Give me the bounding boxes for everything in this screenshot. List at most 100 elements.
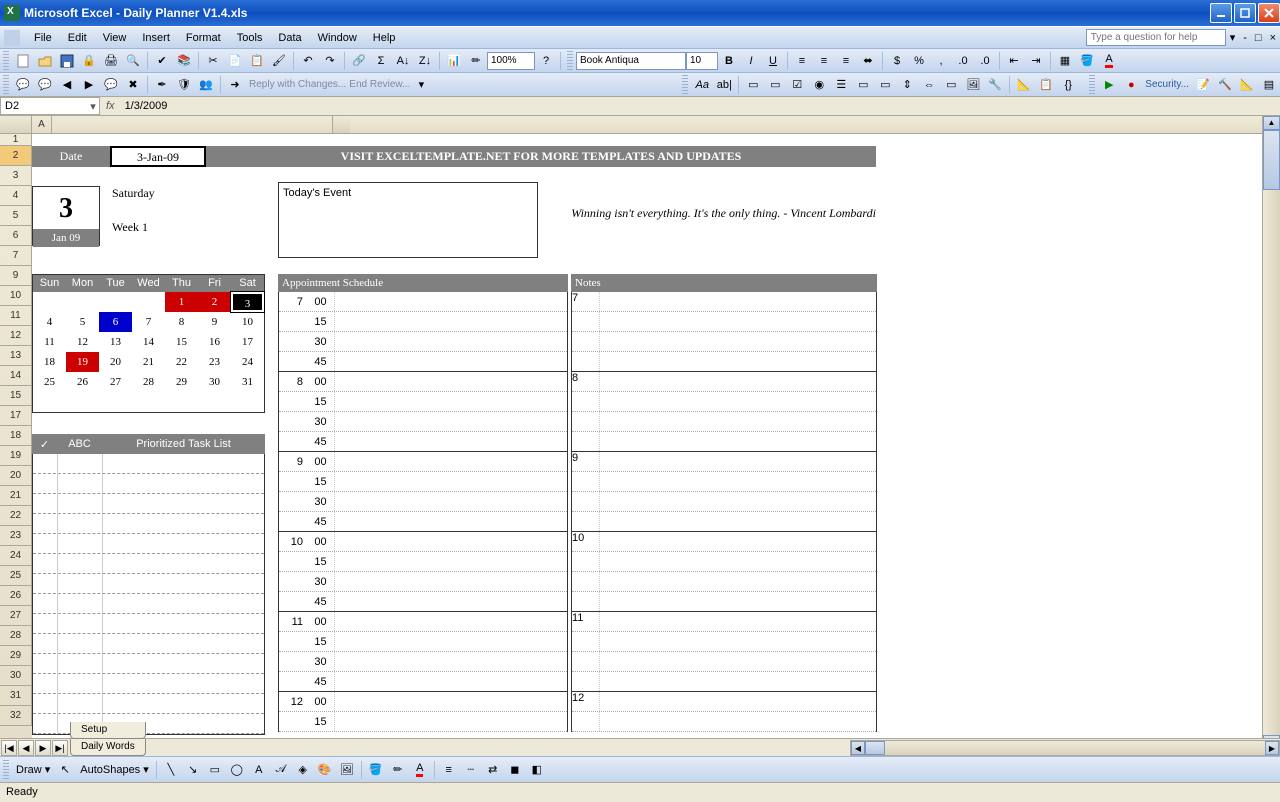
row-header-13[interactable]: 13	[0, 346, 32, 366]
percent-icon[interactable]: %	[909, 51, 929, 71]
next-comment-icon[interactable]: ▶	[79, 75, 99, 95]
3d-icon[interactable]: ◧	[527, 760, 547, 780]
cal-day[interactable]: 2	[198, 292, 231, 312]
col-header-A[interactable]: A	[32, 116, 52, 133]
row-header-3[interactable]: 3	[0, 166, 32, 186]
toolbar-grip-4[interactable]	[682, 75, 688, 95]
help-icon[interactable]: ?	[536, 51, 556, 71]
formula-value[interactable]: 1/3/2009	[121, 100, 1280, 112]
schedule-row[interactable]: 45	[279, 432, 567, 452]
notes-row[interactable]	[572, 672, 876, 692]
delete-comment-icon[interactable]: ✖	[123, 75, 143, 95]
row-header-6[interactable]: 6	[0, 226, 32, 246]
cal-day[interactable]	[33, 392, 66, 412]
comment-icon[interactable]: 💬	[13, 75, 33, 95]
name-box[interactable]: D2▾	[0, 97, 100, 115]
row-header-15[interactable]: 15	[0, 386, 32, 406]
cal-day[interactable]: 23	[198, 352, 231, 372]
row-header-24[interactable]: 24	[0, 546, 32, 566]
scroll-right-icon[interactable]: ▶	[1265, 741, 1279, 755]
inc-indent-icon[interactable]: ⇥	[1026, 51, 1046, 71]
list-icon[interactable]: ☰	[831, 75, 851, 95]
row-header-20[interactable]: 20	[0, 466, 32, 486]
schedule-grid[interactable]: 7001530458001530459001530451000153045110…	[278, 292, 568, 732]
oval-icon[interactable]: ◯	[227, 760, 247, 780]
cal-day[interactable]	[132, 292, 165, 312]
notes-row[interactable]	[572, 312, 876, 332]
schedule-row[interactable]: 15	[279, 552, 567, 572]
format-painter-icon[interactable]: 🖌	[269, 51, 289, 71]
merge-icon[interactable]: ⬌	[858, 51, 878, 71]
schedule-row[interactable]: 1200	[279, 692, 567, 712]
menu-edit[interactable]: Edit	[60, 30, 95, 46]
cal-day[interactable]: 14	[132, 332, 165, 352]
toolbar-grip[interactable]	[3, 51, 9, 71]
protect-icon[interactable]: 🛡	[174, 75, 194, 95]
combo-icon[interactable]: ▭	[765, 75, 785, 95]
cal-day[interactable]: 12	[66, 332, 99, 352]
tab-first-icon[interactable]: |◀	[1, 740, 17, 756]
task-row[interactable]	[33, 574, 264, 594]
draw-grip[interactable]	[3, 760, 9, 780]
row-header-18[interactable]: 18	[0, 426, 32, 446]
schedule-row[interactable]: 30	[279, 652, 567, 672]
fill2-icon[interactable]: 🪣	[366, 760, 386, 780]
prev-comment-icon[interactable]: ◀	[57, 75, 77, 95]
label-icon[interactable]: Aa	[692, 75, 712, 95]
row-header-28[interactable]: 28	[0, 626, 32, 646]
cal-day[interactable]: 27	[99, 372, 132, 392]
picture-icon[interactable]: 🖼	[337, 760, 357, 780]
menu-window[interactable]: Window	[310, 30, 365, 46]
task-row[interactable]	[33, 674, 264, 694]
fill-color-icon[interactable]: 🪣	[1077, 51, 1097, 71]
cal-day[interactable]: 7	[132, 312, 165, 332]
maximize-button[interactable]	[1234, 3, 1256, 23]
more-icon[interactable]: ▾	[411, 75, 431, 95]
reply-changes-label[interactable]: Reply with Changes...	[249, 79, 346, 90]
vertical-scrollbar[interactable]: ▲ ▼	[1262, 116, 1280, 749]
notes-row[interactable]	[572, 552, 876, 572]
row-header-9[interactable]: 9	[0, 266, 32, 286]
diagram-icon[interactable]: ◈	[293, 760, 313, 780]
undo-icon[interactable]: ↶	[298, 51, 318, 71]
schedule-row[interactable]: 15	[279, 632, 567, 652]
row-header-11[interactable]: 11	[0, 306, 32, 326]
cal-day[interactable]: 8	[165, 312, 198, 332]
save-icon[interactable]	[57, 51, 77, 71]
cal-day[interactable]	[231, 392, 264, 412]
inc-decimal-icon[interactable]: .0	[953, 51, 973, 71]
minimize-button[interactable]	[1210, 3, 1232, 23]
cal-day[interactable]: 18	[33, 352, 66, 372]
cal-day[interactable]: 5	[66, 312, 99, 332]
spin-icon[interactable]: ⇕	[897, 75, 917, 95]
toolbar-grip-5[interactable]	[1089, 75, 1095, 95]
tab-next-icon[interactable]: ▶	[35, 740, 51, 756]
preview-icon[interactable]: 🔍	[123, 51, 143, 71]
font-size-select[interactable]	[686, 52, 718, 70]
cal-day[interactable]	[165, 392, 198, 412]
menu-view[interactable]: View	[95, 30, 135, 46]
currency-icon[interactable]: $	[887, 51, 907, 71]
task-row[interactable]	[33, 694, 264, 714]
dec-decimal-icon[interactable]: .0	[975, 51, 995, 71]
textbox2-icon[interactable]: A	[249, 760, 269, 780]
task-row[interactable]	[33, 554, 264, 574]
redo-icon[interactable]: ↷	[320, 51, 340, 71]
line-style-icon[interactable]: ≡	[439, 760, 459, 780]
schedule-row[interactable]: 30	[279, 492, 567, 512]
cut-icon[interactable]: ✂	[203, 51, 223, 71]
notes-row[interactable]	[572, 352, 876, 372]
select-objects-icon[interactable]: ↖	[55, 760, 75, 780]
paste-icon[interactable]: 📋	[247, 51, 267, 71]
cal-day[interactable]	[99, 292, 132, 312]
track-icon[interactable]: ➜	[225, 75, 245, 95]
cal-day[interactable]: 4	[33, 312, 66, 332]
schedule-row[interactable]: 30	[279, 332, 567, 352]
comma-icon[interactable]: ,	[931, 51, 951, 71]
task-row[interactable]	[33, 594, 264, 614]
print-icon[interactable]: 🖨	[101, 51, 121, 71]
schedule-row[interactable]: 900	[279, 452, 567, 472]
rect-icon[interactable]: ▭	[205, 760, 225, 780]
task-row[interactable]	[33, 534, 264, 554]
scroll-thumb[interactable]	[1263, 130, 1280, 190]
